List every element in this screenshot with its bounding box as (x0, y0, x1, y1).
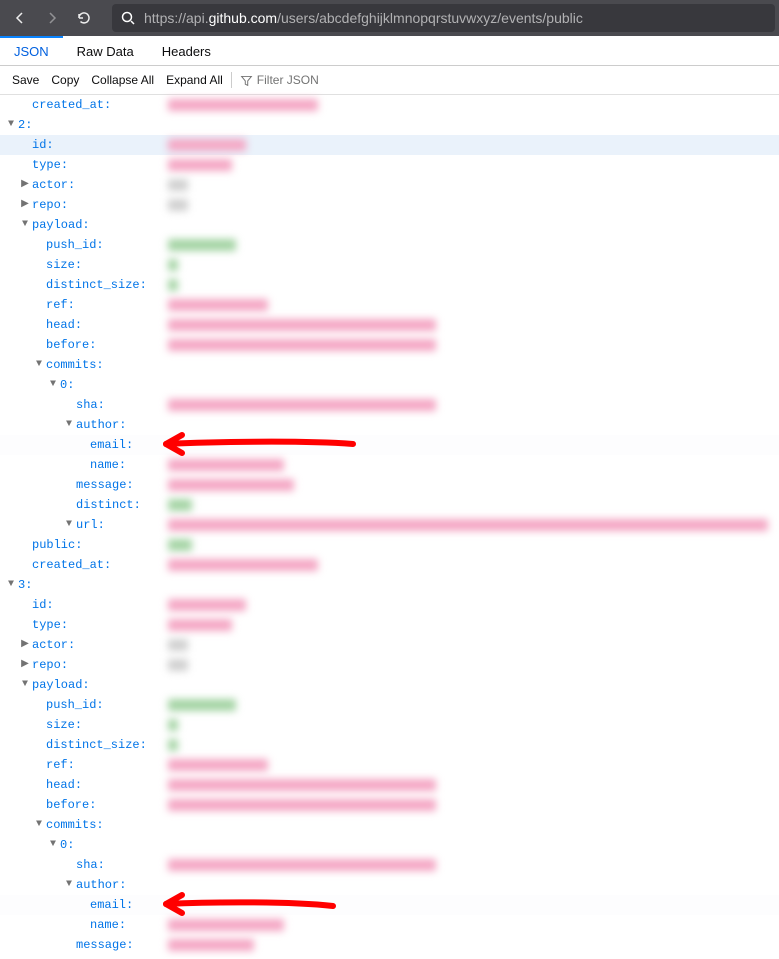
json-key-row[interactable]: created_at: (0, 95, 779, 115)
back-button[interactable] (4, 2, 36, 34)
chevron-down-icon: ▼ (20, 215, 30, 235)
filter-icon (240, 74, 253, 87)
json-key-row[interactable]: ▼commits: (0, 815, 779, 835)
json-key-row[interactable]: push_id: (0, 235, 779, 255)
json-key-row[interactable]: sha: (0, 395, 779, 415)
url-path: /users/abcdefghijklmnopqrstuvwxyz/events… (277, 10, 583, 26)
forward-button[interactable] (36, 2, 68, 34)
json-key-row[interactable]: distinct: (0, 495, 779, 515)
json-key-row[interactable]: ▼author: (0, 415, 779, 435)
chevron-down-icon: ▼ (64, 515, 74, 535)
json-key-row[interactable]: size: (0, 255, 779, 275)
chevron-down-icon: ▼ (48, 835, 58, 855)
json-key-row[interactable]: id: (0, 595, 779, 615)
chevron-down-icon: ▼ (64, 415, 74, 435)
arrow-right-icon (44, 10, 60, 26)
json-key-row[interactable]: head: (0, 775, 779, 795)
json-index-row[interactable]: ▼0: (0, 375, 779, 395)
reload-button[interactable] (68, 2, 100, 34)
json-key-row[interactable]: ref: (0, 295, 779, 315)
json-key-row[interactable]: type: (0, 155, 779, 175)
url-bar[interactable]: https://api.github.com/users/abcdefghijk… (112, 4, 775, 32)
json-toolbar: Save Copy Collapse All Expand All Filter… (0, 66, 779, 95)
annotation-arrow-icon (148, 431, 358, 457)
search-icon (120, 10, 136, 26)
chevron-right-icon: ▶ (20, 175, 30, 195)
tab-json[interactable]: JSON (0, 36, 63, 65)
json-key-email[interactable]: email: (0, 435, 779, 455)
copy-button[interactable]: Copy (45, 70, 85, 90)
annotation-arrow-icon (148, 891, 338, 917)
chevron-down-icon: ▼ (6, 115, 16, 135)
view-tabs: JSON Raw Data Headers (0, 36, 779, 66)
reload-icon (76, 10, 92, 26)
json-key-row[interactable]: ▼commits: (0, 355, 779, 375)
chevron-right-icon: ▶ (20, 655, 30, 675)
separator (231, 72, 232, 88)
chevron-down-icon: ▼ (34, 815, 44, 835)
json-key-row[interactable]: ▼author: (0, 875, 779, 895)
json-key-row[interactable]: id: (0, 135, 779, 155)
save-button[interactable]: Save (6, 70, 45, 90)
chevron-down-icon: ▼ (64, 875, 74, 895)
json-key-row[interactable]: push_id: (0, 695, 779, 715)
json-key-row[interactable]: before: (0, 335, 779, 355)
json-key-row[interactable]: ▼url: (0, 515, 779, 535)
json-key-row[interactable]: ref: (0, 755, 779, 775)
json-key-row[interactable]: ▶actor: (0, 635, 779, 655)
tab-raw-data[interactable]: Raw Data (63, 36, 148, 65)
url-host: github.com (209, 10, 277, 26)
json-key-row[interactable]: ▼payload: (0, 675, 779, 695)
json-key-row[interactable]: message: (0, 475, 779, 495)
json-key-row[interactable]: message: (0, 935, 779, 955)
json-key-row[interactable]: size: (0, 715, 779, 735)
filter-input[interactable]: Filter JSON (234, 73, 319, 87)
json-index-row[interactable]: ▼0: (0, 835, 779, 855)
chevron-right-icon: ▶ (20, 635, 30, 655)
json-key-row[interactable]: public: (0, 535, 779, 555)
chevron-down-icon: ▼ (48, 375, 58, 395)
json-key-row[interactable]: name: (0, 455, 779, 475)
json-key-row[interactable]: before: (0, 795, 779, 815)
json-key-row[interactable]: ▶actor: (0, 175, 779, 195)
json-key-row[interactable]: distinct_size: (0, 735, 779, 755)
chevron-right-icon: ▶ (20, 195, 30, 215)
json-key-row[interactable]: sha: (0, 855, 779, 875)
browser-toolbar: https://api.github.com/users/abcdefghijk… (0, 0, 779, 36)
json-key-row[interactable]: ▶repo: (0, 195, 779, 215)
arrow-left-icon (12, 10, 28, 26)
json-key-row[interactable]: ▼payload: (0, 215, 779, 235)
json-key-row[interactable]: distinct_size: (0, 275, 779, 295)
tab-headers[interactable]: Headers (148, 36, 225, 65)
json-key-row[interactable]: ▶repo: (0, 655, 779, 675)
json-key-row[interactable]: head: (0, 315, 779, 335)
collapse-all-button[interactable]: Collapse All (85, 70, 160, 90)
json-key-email[interactable]: email: (0, 895, 779, 915)
expand-all-button[interactable]: Expand All (160, 70, 229, 90)
json-key-row[interactable]: type: (0, 615, 779, 635)
chevron-down-icon: ▼ (20, 675, 30, 695)
json-index-row[interactable]: ▼3: (0, 575, 779, 595)
json-index-row[interactable]: ▼2: (0, 115, 779, 135)
filter-placeholder: Filter JSON (257, 73, 319, 87)
chevron-down-icon: ▼ (6, 575, 16, 595)
chevron-down-icon: ▼ (34, 355, 44, 375)
json-key-row[interactable]: created_at: (0, 555, 779, 575)
json-key-row[interactable]: name: (0, 915, 779, 935)
json-tree: created_at: ▼2: id: type: ▶actor: ▶repo:… (0, 95, 779, 959)
url-prefix: https://api. (144, 10, 209, 26)
